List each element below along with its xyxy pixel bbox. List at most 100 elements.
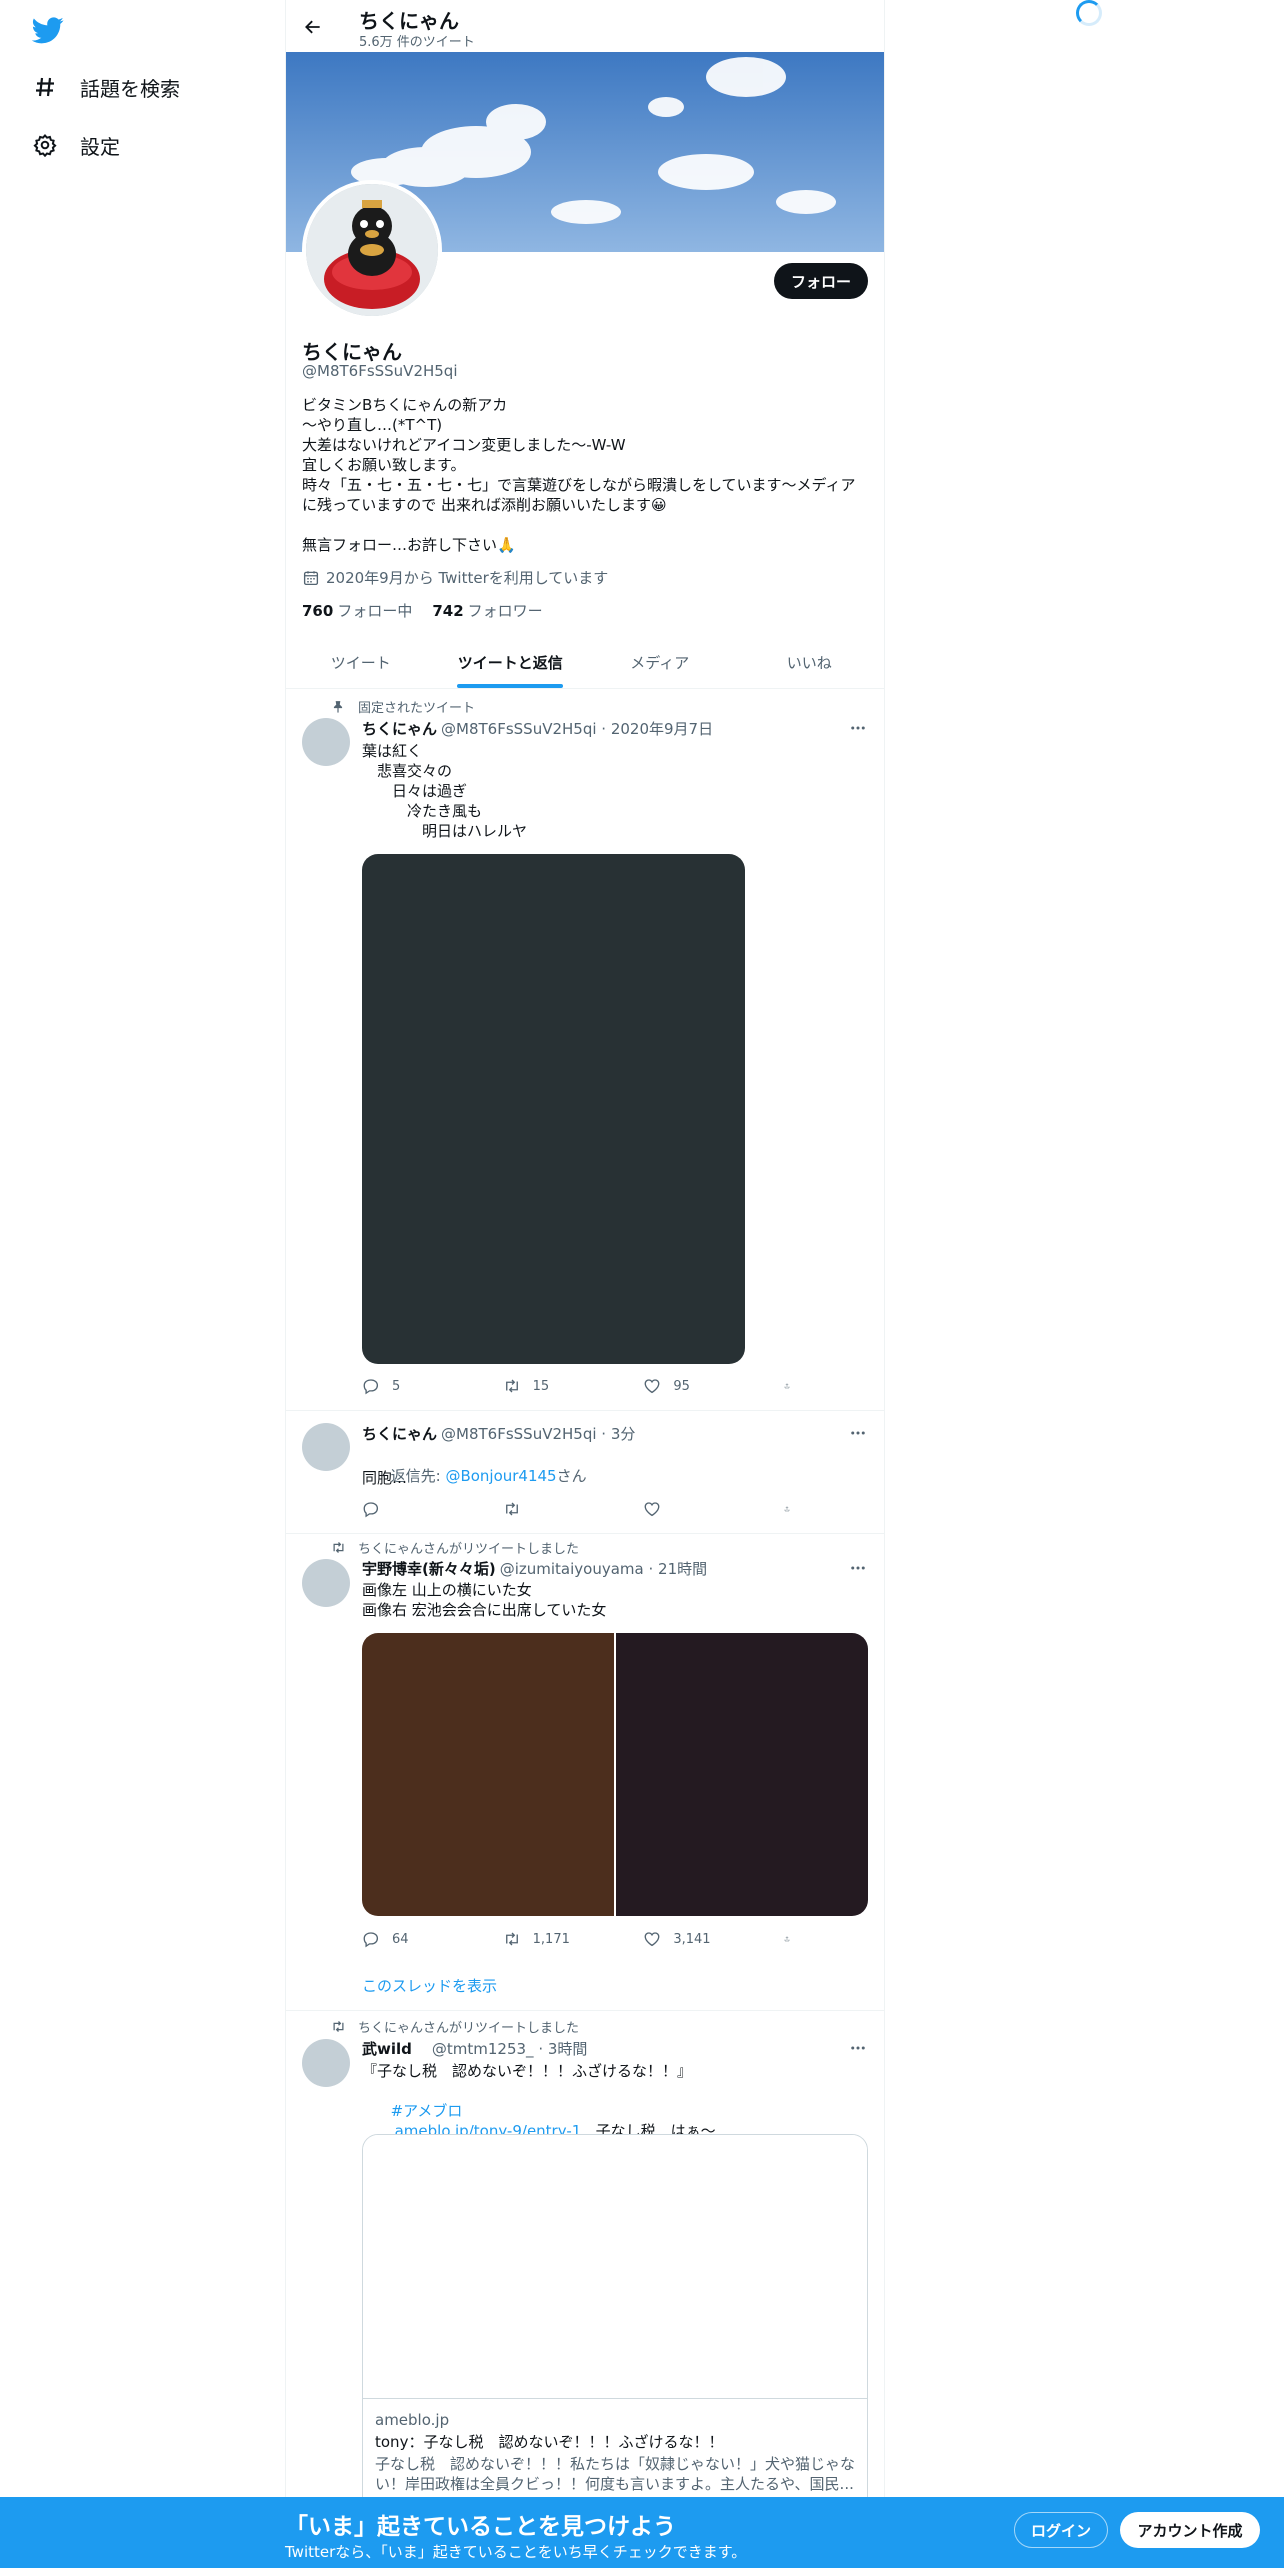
show-thread-link[interactable]: このスレッドを表示	[362, 1975, 497, 1996]
tab-media-label: メディア	[630, 653, 690, 672]
signup-button[interactable]: アカウント作成	[1120, 2512, 1260, 2548]
more-options-icon[interactable]	[848, 718, 868, 738]
share-icon	[784, 1383, 790, 1389]
twitter-logo-icon[interactable]	[31, 14, 64, 46]
tweet-image-right[interactable]	[616, 1633, 868, 1916]
tweet-retweet-1[interactable]: ちくにゃんさんがリツイートしました 宇野博幸(新々々垢) @izumitaiyou…	[286, 1534, 884, 2011]
tweet-retweet-2[interactable]: ちくにゃんさんがリツイートしました 武wild @tmtm1253_ · 3時間 …	[286, 2011, 884, 2514]
reply-button[interactable]: 64	[362, 1930, 472, 1948]
reply-button[interactable]: 5	[362, 1377, 472, 1395]
followers-link[interactable]: 742 フォロワー	[432, 600, 542, 621]
share-icon	[784, 1936, 790, 1942]
like-button[interactable]: 3,141	[643, 1930, 753, 1948]
tweet-image-left[interactable]	[362, 1633, 614, 1916]
tweet-text: 葉は紅く 悲喜交々の 日々は過ぎ 冷たき風も 明日はハレルヤ	[362, 742, 528, 840]
nav-settings[interactable]: 設定	[32, 125, 120, 165]
pinned-context: 固定されたツイート	[330, 697, 475, 716]
back-arrow-icon[interactable]	[296, 10, 330, 44]
tweet-header: 武wild @tmtm1253_ · 3時間	[362, 2038, 587, 2059]
retweet-context-label: ちくにゃんさんがリツイートしました	[358, 1542, 580, 1557]
more-options-icon[interactable]	[848, 1558, 868, 1578]
retweet-button[interactable]	[503, 1500, 613, 1518]
tweet-actions: 64 1,171 3,141	[362, 1930, 802, 1948]
pinned-label: 固定されたツイート	[358, 701, 476, 716]
tweet-header: 宇野博幸(新々々垢) @izumitaiyouyama · 21時間	[362, 1558, 707, 1579]
tweet-author-name[interactable]: ちくにゃん	[362, 720, 437, 738]
link-card-description: 子なし税 認めないぞ！！！私たちは「奴隷じゃない！」犬や猫じゃない！岸田政権は全…	[375, 2455, 856, 2493]
tweet-image[interactable]	[362, 854, 745, 1364]
tweet-images	[362, 1633, 868, 1916]
share-button[interactable]	[784, 1500, 802, 1518]
tweet-author-name[interactable]: ちくにゃん	[362, 1425, 437, 1443]
tab-likes[interactable]: いいね	[735, 636, 885, 688]
retweet-icon	[505, 1502, 518, 1516]
tab-media[interactable]: メディア	[585, 636, 735, 688]
header-title: ちくにゃん	[359, 9, 459, 33]
retweet-icon	[505, 1932, 518, 1946]
tweet-handle-time[interactable]: @tmtm1253_ · 3時間	[432, 2040, 588, 2058]
tweet-header: ちくにゃん @M8T6FsSSuV2H5qi · 2020年9月7日	[362, 718, 713, 739]
link-card-title: tony：子なし税 認めないぞ！！！ふざけるな！！	[375, 2433, 724, 2451]
tweet-handle-time[interactable]: @izumitaiyouyama · 21時間	[500, 1560, 707, 1578]
gear-icon	[32, 132, 58, 158]
tweet-text: 同胞…	[362, 1469, 408, 1487]
retweet-button[interactable]: 15	[503, 1377, 613, 1395]
more-options-icon[interactable]	[848, 1423, 868, 1443]
profile-avatar[interactable]	[302, 180, 442, 320]
tweet-reply[interactable]: ちくにゃん @M8T6FsSSuV2H5qi · 3分 返信先: @Bonjour…	[286, 1411, 884, 1534]
tweet-author-name[interactable]: 宇野博幸(新々々垢)	[362, 1560, 496, 1578]
header-tweet-count: 5.6万 件のツイート	[359, 35, 475, 50]
share-icon	[784, 1506, 790, 1512]
tab-tweets-and-replies-label: ツイートと返信	[457, 653, 563, 672]
avatar[interactable]	[302, 2039, 350, 2087]
tweet-handle-time[interactable]: @M8T6FsSSuV2H5qi · 3分	[441, 1425, 635, 1443]
tweet-actions: 5 15 95	[362, 1377, 802, 1395]
hashtag-icon	[32, 74, 58, 100]
share-button[interactable]	[784, 1377, 802, 1395]
follow-button[interactable]: フォロー	[774, 263, 868, 299]
active-tab-indicator	[457, 684, 564, 688]
avatar[interactable]	[302, 1559, 350, 1607]
tweet-author-name[interactable]: 武wild	[362, 2040, 412, 2058]
nav-settings-label: 設定	[80, 134, 120, 159]
retweet-context: ちくにゃんさんがリツイートしました	[330, 2017, 579, 2036]
more-options-icon[interactable]	[848, 2038, 868, 2058]
following-count: 760	[302, 602, 334, 620]
following-link[interactable]: 760 フォロー中	[302, 600, 412, 621]
loading-spinner-icon	[1076, 0, 1102, 26]
tweet-handle-time[interactable]: @M8T6FsSSuV2H5qi · 2020年9月7日	[441, 720, 713, 738]
tab-tweets-label: ツイート	[330, 653, 391, 672]
retweet-context-label: ちくにゃんさんがリツイートしました	[358, 2021, 580, 2036]
reply-icon	[363, 1502, 379, 1518]
tab-tweets[interactable]: ツイート	[286, 636, 436, 688]
retweet-icon	[330, 2019, 346, 2035]
left-nav: 話題を検索 設定	[0, 0, 285, 2568]
avatar[interactable]	[302, 1423, 350, 1471]
nav-explore[interactable]: 話題を検索	[32, 67, 180, 107]
profile-name: ちくにゃん	[302, 340, 402, 364]
retweet-icon	[505, 1379, 518, 1393]
retweet-count: 15	[532, 1378, 550, 1394]
avatar[interactable]	[302, 718, 350, 766]
reply-count: 64	[392, 1931, 409, 1947]
retweet-button[interactable]: 1,171	[503, 1930, 613, 1948]
like-button[interactable]	[643, 1500, 753, 1518]
followers-label: フォロワー	[467, 602, 543, 620]
like-count: 95	[673, 1378, 690, 1394]
tweet-pinned[interactable]: 固定されたツイート ちくにゃん @M8T6FsSSuV2H5qi · 2020年9…	[286, 690, 884, 1411]
link-card[interactable]: ameblo.jp tony：子なし税 認めないぞ！！！ふざけるな！！ 子なし税…	[362, 2134, 868, 2514]
tab-tweets-and-replies[interactable]: ツイートと返信	[436, 636, 586, 688]
tab-likes-label: いいね	[786, 653, 832, 672]
like-button[interactable]: 95	[643, 1377, 753, 1395]
heart-icon	[644, 1502, 660, 1517]
reply-button[interactable]	[362, 1500, 472, 1518]
profile-header-bar: ちくにゃん 5.6万 件のツイート	[286, 0, 884, 52]
login-button[interactable]: ログイン	[1014, 2512, 1108, 2548]
share-button[interactable]	[784, 1930, 802, 1948]
followers-count: 742	[432, 602, 464, 620]
main-column: ちくにゃん 5.6万 件のツイート フォロー ちくにゃん @M8T6FsSSuV…	[285, 0, 885, 2568]
profile-handle: @M8T6FsSSuV2H5qi	[302, 362, 458, 380]
link-card-image	[363, 2135, 867, 2399]
calendar-icon	[302, 569, 320, 587]
nav-explore-label: 話題を検索	[80, 76, 180, 101]
